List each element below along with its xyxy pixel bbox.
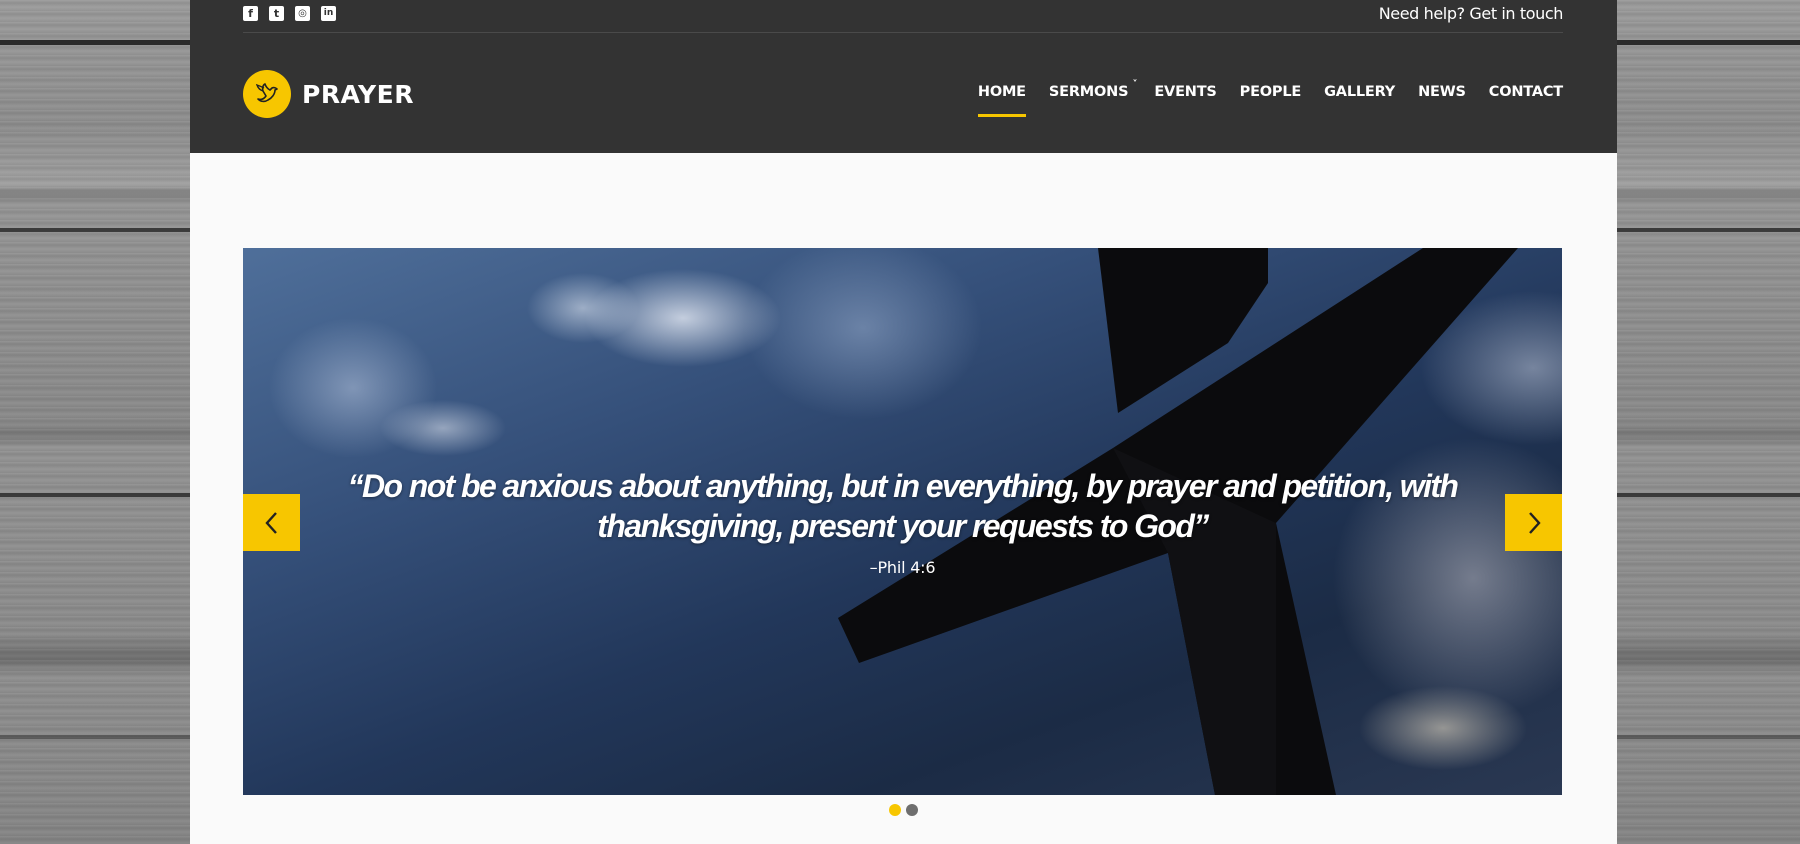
slide-quote: “Do not be anxious about anything, but i… xyxy=(347,468,1459,544)
top-bar: f t ◎ in Need help? Get in touch xyxy=(243,0,1563,33)
chevron-left-icon xyxy=(264,511,277,534)
slide-attribution: –Phil 4:6 xyxy=(869,558,936,577)
nav-item-contact[interactable]: CONTACT xyxy=(1489,84,1563,100)
facebook-icon[interactable]: f xyxy=(243,6,258,21)
nav-item-sermons[interactable]: SERMONS ˅ xyxy=(1048,79,1138,100)
hero-slider: “Do not be anxious about anything, but i… xyxy=(243,248,1562,795)
nav-item-home[interactable]: HOME xyxy=(977,84,1026,117)
slide-caption: “Do not be anxious about anything, but i… xyxy=(243,466,1562,577)
chevron-down-icon: ˅ xyxy=(1132,79,1138,90)
nav-item-label: SERMONS xyxy=(1048,84,1129,100)
slider-dot-1[interactable] xyxy=(889,804,901,816)
slider-pagination xyxy=(889,804,918,816)
main-nav: HOME SERMONS ˅ EVENTS PEOPLE GALLERY NEW… xyxy=(955,79,1563,117)
twitter-icon[interactable]: t xyxy=(269,6,284,21)
slider-dot-2[interactable] xyxy=(906,804,918,816)
instagram-icon[interactable]: ◎ xyxy=(295,6,310,21)
nav-item-events[interactable]: EVENTS xyxy=(1154,84,1217,100)
page-container: f t ◎ in Need help? Get in touch PRAYER … xyxy=(190,0,1617,844)
site-header: f t ◎ in Need help? Get in touch PRAYER … xyxy=(190,0,1617,153)
brand-name: PRAYER xyxy=(302,79,414,109)
slider-next-button[interactable] xyxy=(1505,494,1562,551)
nav-item-news[interactable]: NEWS xyxy=(1418,84,1466,100)
dove-icon xyxy=(243,70,291,118)
chevron-right-icon xyxy=(1528,511,1541,534)
slider-prev-button[interactable] xyxy=(243,494,300,551)
help-contact-link[interactable]: Need help? Get in touch xyxy=(1379,4,1564,23)
site-logo[interactable]: PRAYER xyxy=(243,70,414,118)
linkedin-icon[interactable]: in xyxy=(321,6,336,21)
nav-item-people[interactable]: PEOPLE xyxy=(1240,84,1302,100)
social-links: f t ◎ in xyxy=(243,6,336,21)
nav-item-gallery[interactable]: GALLERY xyxy=(1324,84,1395,100)
